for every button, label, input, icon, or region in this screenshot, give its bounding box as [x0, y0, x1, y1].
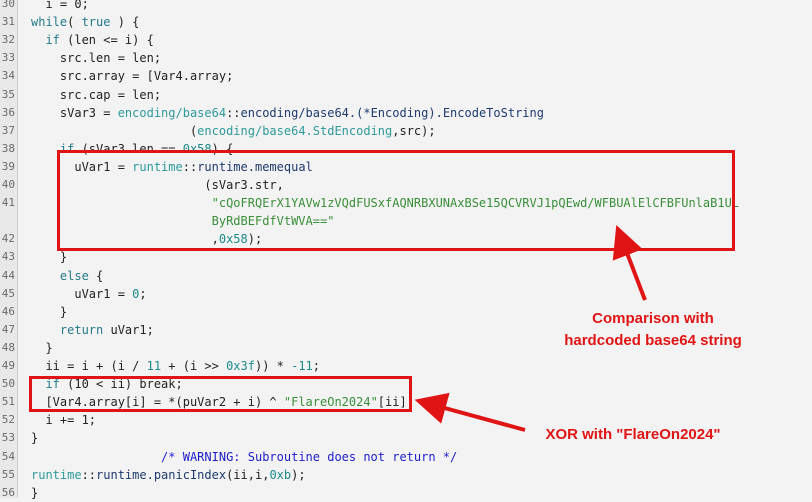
comparison-arrow: [612, 225, 647, 301]
xor-annotation: XOR with "FlareOn2024": [545, 426, 721, 443]
xor-arrow: [414, 392, 526, 432]
comparison-annotation: Comparison with hardcoded base64 string: [564, 310, 742, 349]
decompiler-code-view[interactable]: 30 i = 0; 31 while( true ) {32 if (len <= …: [0, 0, 812, 500]
